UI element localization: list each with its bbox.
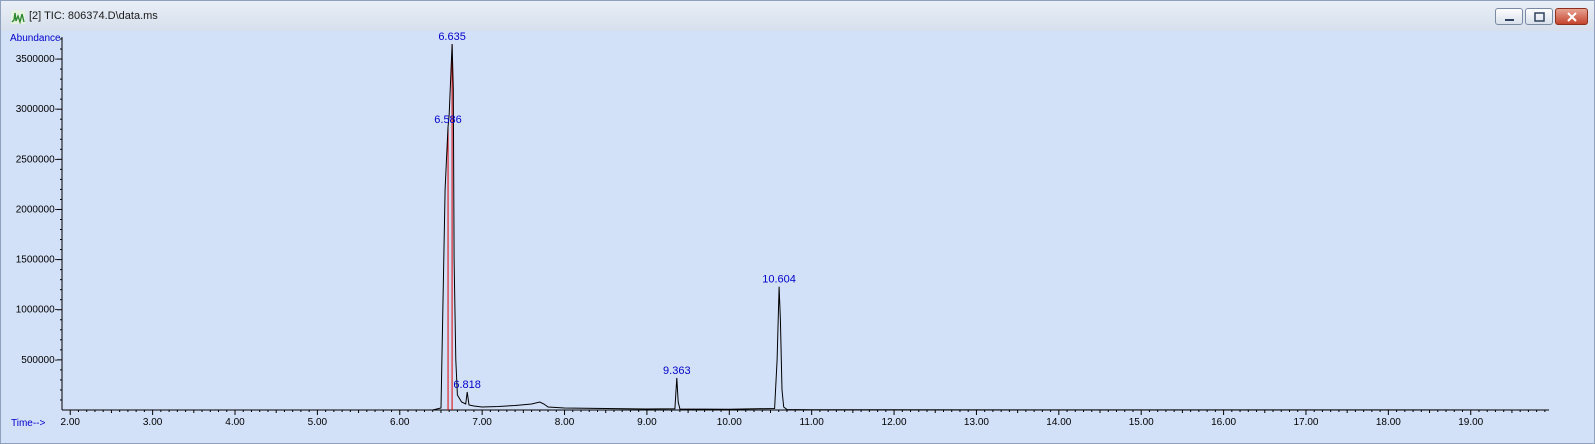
- x-tick-label: 12.00: [882, 417, 907, 428]
- y-tick-label: 500000-: [21, 355, 58, 366]
- close-button[interactable]: [1555, 8, 1588, 25]
- x-tick-label: 14.00: [1046, 417, 1071, 428]
- y-tick-label: 2500000-: [16, 154, 58, 165]
- chromatogram-icon: [11, 10, 25, 24]
- x-tick-label: 9.00: [637, 417, 657, 428]
- peak-label: 9.363: [663, 365, 691, 377]
- y-tick-label: 1500000-: [16, 255, 58, 266]
- y-tick-label: 3500000-: [16, 54, 58, 65]
- x-tick-label: 8.00: [555, 417, 575, 428]
- chromatogram-chart[interactable]: 500000- 1000000- 1500000- 2000000- 2500000- 3…: [1, 31, 1594, 443]
- x-tick-label: 6.00: [390, 417, 410, 428]
- minimize-icon: [1505, 19, 1514, 21]
- title-bar[interactable]: [2] TIC: 806374.D\data.ms: [1, 1, 1594, 32]
- y-tick-label: 1000000-: [16, 305, 58, 316]
- chromatogram-window: [2] TIC: 806374.D\data.ms 500000- 1000000…: [0, 0, 1595, 444]
- x-tick-label: 15.00: [1129, 417, 1154, 428]
- y-axis-label: Abundance: [10, 33, 61, 44]
- x-tick-label: 17.00: [1293, 417, 1318, 428]
- x-tick-label: 4.00: [225, 417, 245, 428]
- close-icon: [1567, 12, 1577, 22]
- x-tick-label: 18.00: [1376, 417, 1401, 428]
- x-tick-label: 19.00: [1458, 417, 1483, 428]
- peak-label: 6.818: [453, 379, 481, 391]
- y-tick-label: 3000000-: [16, 104, 58, 115]
- x-tick-label: 13.00: [964, 417, 989, 428]
- x-tick-label: 2.00: [61, 417, 81, 428]
- x-tick-label: 5.00: [308, 417, 328, 428]
- minimize-button[interactable]: [1495, 8, 1523, 25]
- x-axis-label: Time-->: [11, 418, 46, 429]
- maximize-button[interactable]: [1525, 8, 1553, 25]
- plot-background: [1, 31, 1594, 443]
- peak-label: 6.635: [438, 31, 466, 43]
- peak-label: 6.586: [434, 114, 462, 126]
- maximize-icon: [1534, 12, 1545, 22]
- window-title: [2] TIC: 806374.D\data.ms: [29, 10, 158, 22]
- peak-label: 10.604: [762, 274, 796, 286]
- x-tick-label: 11.00: [800, 417, 825, 428]
- x-tick-label: 16.00: [1211, 417, 1236, 428]
- x-tick-label: 3.00: [143, 417, 163, 428]
- y-tick-label: 2000000-: [16, 204, 58, 215]
- x-tick-label: 7.00: [472, 417, 492, 428]
- x-tick-label: 10.00: [717, 417, 742, 428]
